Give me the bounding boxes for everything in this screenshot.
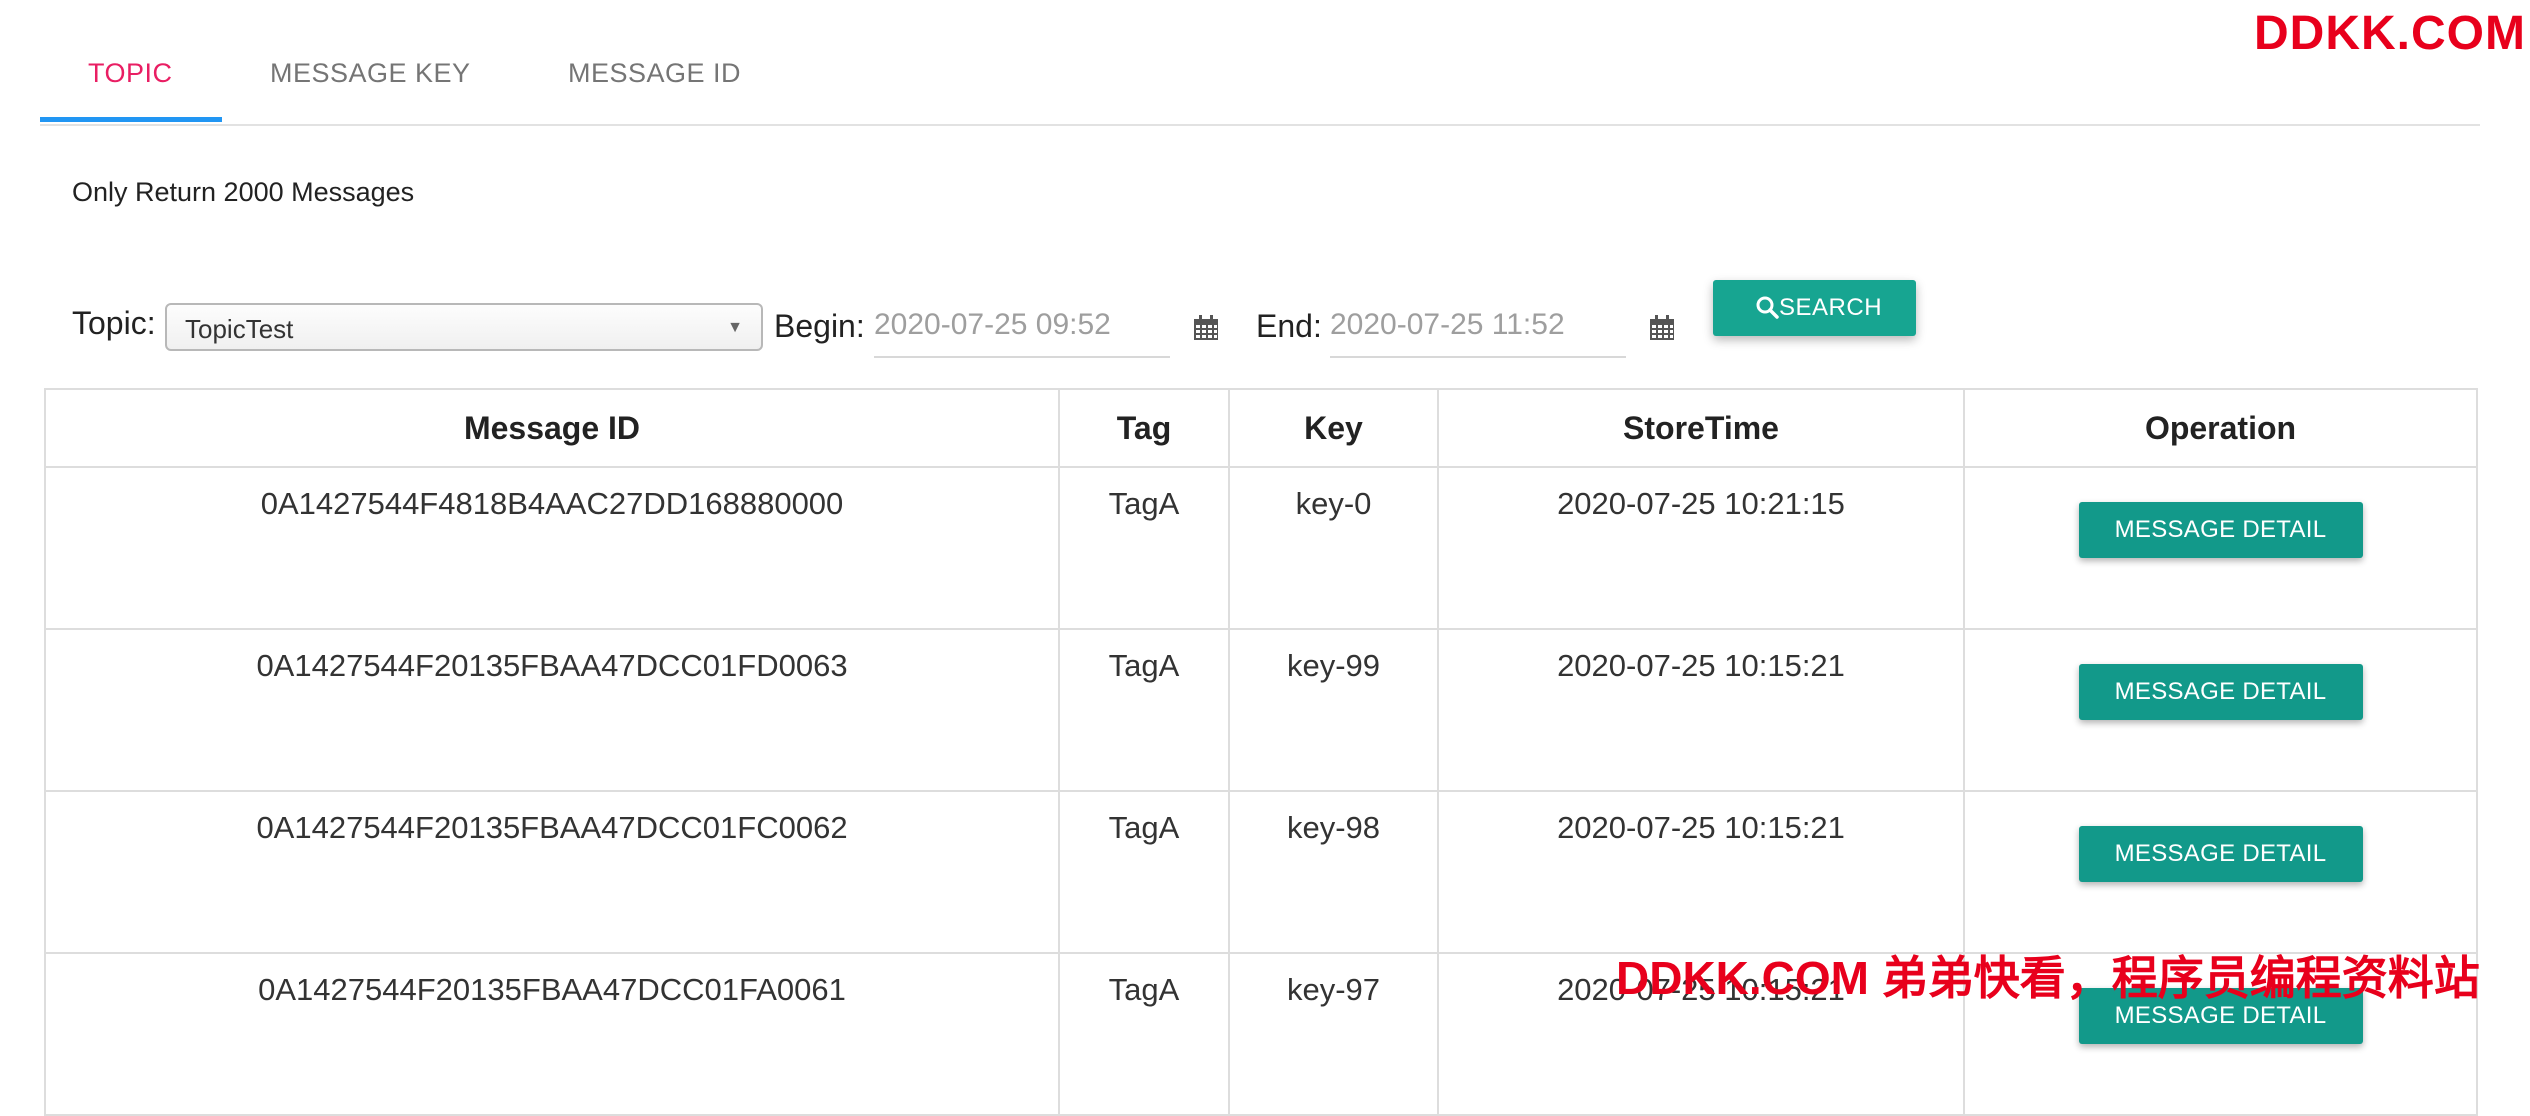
topic-select[interactable]: TopicTest ▼ [165, 303, 763, 351]
active-tab-indicator [40, 117, 222, 122]
message-id-cell: 0A1427544F20135FBAA47DCC01FA0061 [44, 952, 1060, 1116]
key-cell: key-99 [1228, 628, 1439, 792]
column-header-tag: Tag [1058, 388, 1230, 468]
begin-date-input[interactable]: 2020-07-25 09:52 [874, 304, 1170, 358]
tab-bar: TOPIC MESSAGE KEY MESSAGE ID [40, 0, 2480, 126]
table-header-row: Message ID Tag Key StoreTime Operation [44, 388, 2478, 468]
message-detail-button[interactable]: MESSAGE DETAIL [2078, 664, 2363, 720]
tag-cell: TagA [1058, 466, 1230, 630]
key-cell: key-98 [1228, 790, 1439, 954]
tab-message-key[interactable]: MESSAGE KEY [270, 58, 471, 89]
calendar-icon[interactable] [1648, 314, 1676, 342]
table-row: 0A1427544F4818B4AAC27DD168880000 TagA ke… [44, 466, 2478, 630]
result-limit-notice: Only Return 2000 Messages [72, 177, 415, 207]
begin-date-value: 2020-07-25 09:52 [874, 308, 1111, 341]
tab-message-id[interactable]: MESSAGE ID [568, 58, 741, 89]
column-header-message-id: Message ID [44, 388, 1060, 468]
end-date-input[interactable]: 2020-07-25 11:52 [1330, 304, 1626, 358]
search-button-label: SEARCH [1779, 294, 1883, 321]
table-row: 0A1427544F20135FBAA47DCC01FD0063 TagA ke… [44, 628, 2478, 792]
caret-down-icon: ▼ [727, 319, 743, 336]
calendar-icon[interactable] [1192, 314, 1220, 342]
message-id-cell: 0A1427544F20135FBAA47DCC01FC0062 [44, 790, 1060, 954]
storetime-cell: 2020-07-25 10:15:21 [1437, 790, 1965, 954]
key-cell: key-0 [1228, 466, 1439, 630]
storetime-cell: 2020-07-25 10:21:15 [1437, 466, 1965, 630]
end-label: End: [1256, 308, 1322, 344]
column-header-storetime: StoreTime [1437, 388, 1965, 468]
tab-topic[interactable]: TOPIC [88, 58, 173, 89]
watermark-logo: DDKK.COM [2254, 7, 2526, 60]
tag-cell: TagA [1058, 628, 1230, 792]
message-detail-button[interactable]: MESSAGE DETAIL [2078, 502, 2363, 558]
operation-cell: MESSAGE DETAIL [1963, 466, 2478, 630]
topic-select-value: TopicTest [185, 314, 294, 344]
message-detail-button[interactable]: MESSAGE DETAIL [2078, 826, 2363, 882]
message-id-cell: 0A1427544F20135FBAA47DCC01FD0063 [44, 628, 1060, 792]
topic-label: Topic: [72, 305, 156, 341]
message-id-cell: 0A1427544F4818B4AAC27DD168880000 [44, 466, 1060, 630]
operation-cell: MESSAGE DETAIL [1963, 628, 2478, 792]
operation-cell: MESSAGE DETAIL [1963, 790, 2478, 954]
end-date-value: 2020-07-25 11:52 [1330, 308, 1565, 341]
key-cell: key-97 [1228, 952, 1439, 1116]
tag-cell: TagA [1058, 952, 1230, 1116]
storetime-cell: 2020-07-25 10:15:21 [1437, 628, 1965, 792]
table-row: 0A1427544F20135FBAA47DCC01FC0062 TagA ke… [44, 790, 2478, 954]
tag-cell: TagA [1058, 790, 1230, 954]
column-header-key: Key [1228, 388, 1439, 468]
column-header-operation: Operation [1963, 388, 2478, 468]
begin-label: Begin: [774, 308, 865, 344]
search-button[interactable]: SEARCH [1713, 280, 1916, 336]
search-icon [1756, 296, 1779, 319]
watermark-banner: DDKK.COM 弟弟快看，程序员编程资料站 [1616, 952, 2480, 1004]
